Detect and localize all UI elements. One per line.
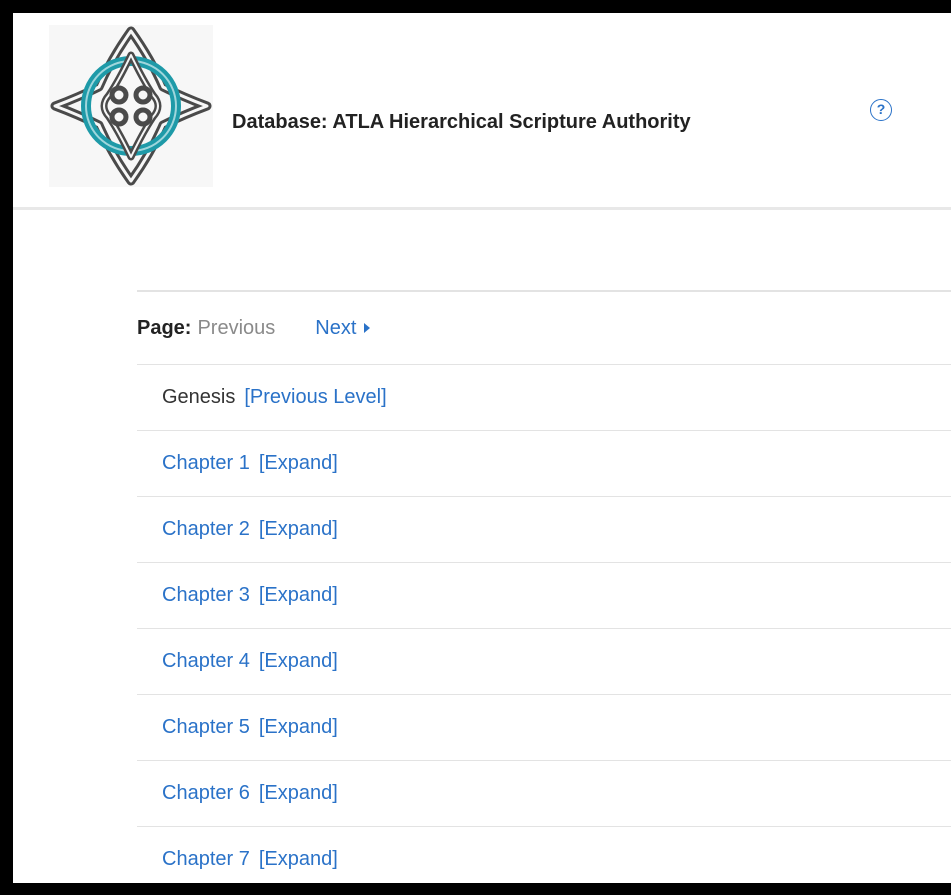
previous-page-text: Previous xyxy=(197,316,276,339)
expand-link[interactable]: [Expand] xyxy=(259,452,338,475)
chapter-link[interactable]: Chapter 1 xyxy=(162,452,250,475)
list-item: Chapter 5 [Expand] xyxy=(137,695,951,761)
expand-link[interactable]: [Expand] xyxy=(259,782,338,805)
list-item: Chapter 2 [Expand] xyxy=(137,497,951,563)
current-level-row: Genesis [Previous Level] xyxy=(137,365,951,431)
expand-link[interactable]: [Expand] xyxy=(259,518,338,541)
browser-content: Database: ATLA Hierarchical Scripture Au… xyxy=(13,13,951,883)
chapter-link[interactable]: Chapter 5 xyxy=(162,716,250,739)
list-item: Chapter 6 [Expand] xyxy=(137,761,951,827)
page-header: Database: ATLA Hierarchical Scripture Au… xyxy=(13,13,951,210)
chapter-link[interactable]: Chapter 3 xyxy=(162,584,250,607)
next-page-link[interactable]: Next xyxy=(315,317,371,340)
question-circle-icon[interactable]: ? xyxy=(870,99,892,121)
database-title: Database: ATLA Hierarchical Scripture Au… xyxy=(232,111,691,133)
list-item: Chapter 1 [Expand] xyxy=(137,431,951,497)
chapter-link[interactable]: Chapter 4 xyxy=(162,650,250,673)
next-page-label[interactable]: Next xyxy=(315,317,356,339)
chapter-link[interactable]: Chapter 2 xyxy=(162,518,250,541)
page-label: Page: xyxy=(137,316,192,339)
celtic-knot-logo-icon xyxy=(50,26,212,186)
list-item: Chapter 7 [Expand] xyxy=(137,827,951,883)
chapter-link[interactable]: Chapter 7 xyxy=(162,848,250,871)
expand-link[interactable]: [Expand] xyxy=(259,650,338,673)
current-level-name: Genesis xyxy=(162,386,236,408)
previous-level-link[interactable]: [Previous Level] xyxy=(244,386,386,409)
caret-right-icon[interactable] xyxy=(364,323,371,334)
expand-link[interactable]: [Expand] xyxy=(259,848,338,871)
expand-link[interactable]: [Expand] xyxy=(259,716,338,739)
pagination-bar: Page: Previous Next xyxy=(137,292,951,365)
expand-link[interactable]: [Expand] xyxy=(259,584,338,607)
chapter-link[interactable]: Chapter 6 xyxy=(162,782,250,805)
scripture-hierarchy-list: Page: Previous Next Genesis [Previous Le… xyxy=(137,290,951,883)
list-item: Chapter 4 [Expand] xyxy=(137,629,951,695)
list-item: Chapter 3 [Expand] xyxy=(137,563,951,629)
atla-logo xyxy=(49,25,213,187)
